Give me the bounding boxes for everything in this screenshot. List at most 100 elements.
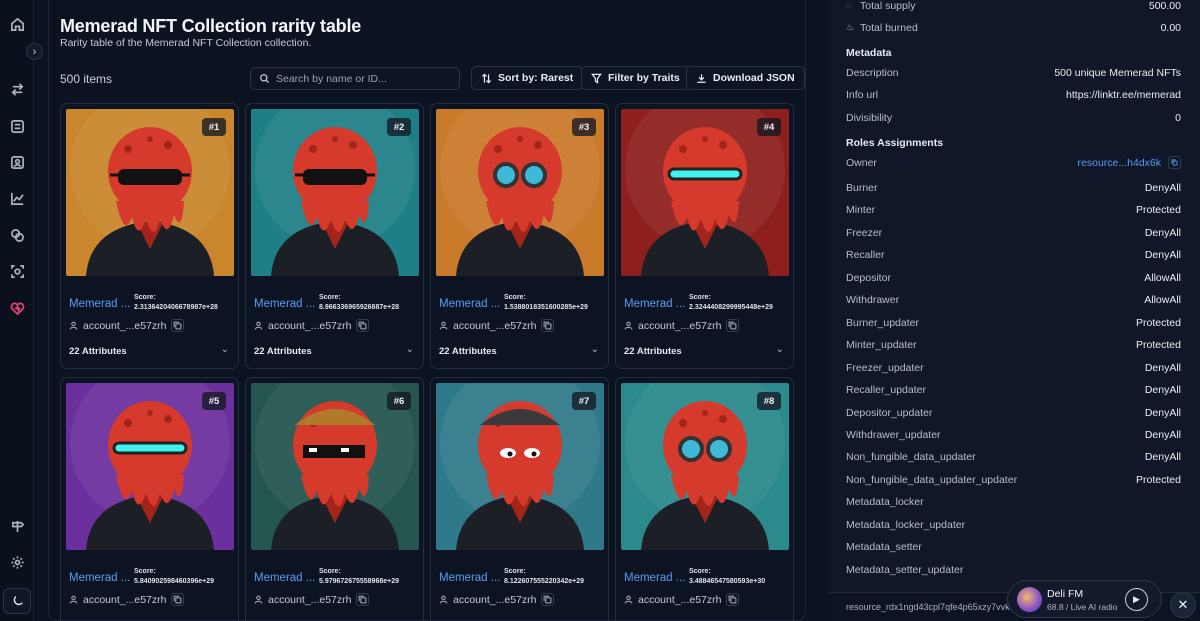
attributes-toggle[interactable]: 22 Attributes [254, 346, 312, 357]
owner-account: account_...e57zrh [254, 319, 370, 332]
score-label: Score: [134, 568, 156, 575]
owner-account: account_...e57zrh [624, 319, 740, 332]
account-link[interactable]: account_...e57zrh [83, 320, 166, 332]
copy-button[interactable] [171, 593, 185, 606]
radio-subtitle: 68.8 / Live AI radio [1047, 602, 1118, 612]
attributes-toggle[interactable]: 22 Attributes [624, 346, 682, 357]
validators-icon[interactable] [8, 262, 26, 280]
account-link[interactable]: account_...e57zrh [268, 320, 351, 332]
nft-image[interactable]: #6 [251, 383, 419, 550]
copy-button[interactable] [356, 593, 370, 606]
radio-station: Deli FM [1047, 588, 1084, 600]
chevron-down-icon[interactable]: ⌄ [221, 344, 229, 355]
nft-name-link[interactable]: Memerad ... [439, 298, 500, 310]
copy-button[interactable] [1168, 156, 1181, 169]
copy-button[interactable] [726, 319, 740, 332]
tokens-icon[interactable] [8, 226, 26, 244]
rank-badge: #4 [757, 118, 781, 136]
home-icon[interactable] [8, 15, 26, 33]
filter-traits-button[interactable]: Filter by Traits [581, 66, 690, 90]
attributes-toggle[interactable]: 22 Attributes [439, 346, 497, 357]
transfer-icon[interactable] [8, 80, 26, 98]
role-row: Metadata_setter_updater [846, 564, 1181, 576]
account-link[interactable]: account_...e57zrh [453, 594, 536, 606]
row-value: DenyAll [1144, 406, 1181, 419]
download-button-label: Download JSON [713, 72, 795, 84]
signpost-icon[interactable] [8, 517, 26, 535]
row-label: Non_fungible_data_updater_updater [846, 473, 1018, 486]
copy-button[interactable] [171, 319, 185, 332]
play-button[interactable]: ▶ [1125, 588, 1148, 611]
nft-card[interactable]: #6 Memerad ... Score: 5.979672675558968e+29… [245, 377, 424, 620]
score-value: 3.48846547580593e+30 [689, 578, 766, 585]
chart-icon[interactable] [8, 189, 26, 207]
nft-card[interactable]: #2 Memerad ... Score: 8.966336965926887e+28… [245, 103, 424, 369]
nft-image[interactable]: #8 [621, 383, 789, 550]
account-link[interactable]: account_...e57zrh [453, 320, 536, 332]
nft-card[interactable]: #1 Memerad ... Score: 2.3136420406678987e+2… [60, 103, 239, 369]
rank-badge: #8 [757, 392, 781, 410]
role-row: Freezer_updater DenyAll [846, 362, 1181, 374]
nft-name-link[interactable]: Memerad ... [624, 572, 685, 584]
nft-card[interactable]: #5 Memerad ... Score: 5.840902598460396e+29… [60, 377, 239, 620]
score-label: Score: [504, 568, 526, 575]
score-value: 5.979672675558968e+29 [319, 578, 400, 585]
radio-player[interactable]: Deli FM 68.8 / Live AI radio ▶ [1007, 580, 1162, 618]
chevron-down-icon[interactable]: ⌄ [591, 344, 599, 355]
row-label: Minter_updater [846, 339, 917, 352]
copy-button[interactable] [726, 593, 740, 606]
attributes-toggle[interactable]: 22 Attributes [69, 346, 127, 357]
nft-image[interactable]: #2 [251, 109, 419, 276]
copy-button[interactable] [541, 593, 555, 606]
sort-arrows-icon [481, 72, 492, 84]
details-panel: Total supply 500.00 ◌ Total burned 0.00 ♨ Meta… [829, 0, 1200, 621]
download-json-button[interactable]: Download JSON [686, 66, 805, 90]
account-link[interactable]: account_...e57zrh [638, 320, 721, 332]
search-input[interactable] [276, 72, 446, 85]
flame-icon: ♨ [846, 22, 855, 32]
copy-icon [359, 595, 367, 604]
role-row: Freezer DenyAll [846, 227, 1181, 239]
nft-image[interactable]: #5 [66, 383, 234, 550]
score-label: Score: [689, 568, 711, 575]
role-row: Burner DenyAll [846, 182, 1181, 194]
nft-card[interactable]: #8 Memerad ... Score: 3.48846547580593e+30 a… [615, 377, 794, 620]
sort-button[interactable]: Sort by: Rarest [471, 66, 584, 90]
nft-name-link[interactable]: Memerad ... [624, 298, 685, 310]
chevron-down-icon[interactable]: ⌄ [776, 344, 784, 355]
row-value[interactable]: resource...h4dx6k [1078, 157, 1161, 169]
chevron-down-icon[interactable]: ⌄ [406, 344, 414, 355]
account-icon[interactable] [8, 153, 26, 171]
close-button[interactable]: ✕ [1170, 592, 1196, 618]
account-link[interactable]: account_...e57zrh [83, 594, 166, 606]
nft-card[interactable]: #7 Memerad ... Score: 8.122607555220342e+29… [430, 377, 609, 620]
nft-card[interactable]: #4 Memerad ... Score: 2.3244408299995448e+2… [615, 103, 794, 369]
nft-name-link[interactable]: Memerad ... [254, 298, 315, 310]
network-icon[interactable] [8, 117, 26, 135]
nft-image[interactable]: #1 [66, 109, 234, 276]
copy-button[interactable] [356, 319, 370, 332]
account-link[interactable]: account_...e57zrh [268, 594, 351, 606]
copy-icon [174, 321, 182, 330]
settings-gear-icon[interactable] [8, 553, 26, 571]
nft-card[interactable]: #3 Memerad ... Score: 1.5388018351600285e+2… [430, 103, 609, 369]
metadata-row: Info url https://linktr.ee/memerad [846, 89, 1181, 101]
account-link[interactable]: account_...e57zrh [638, 594, 721, 606]
nft-image[interactable]: #7 [436, 383, 604, 550]
nft-name-link[interactable]: Memerad ... [69, 298, 130, 310]
search-box[interactable] [250, 67, 460, 90]
nft-name-link[interactable]: Memerad ... [69, 572, 130, 584]
nft-image[interactable]: #3 [436, 109, 604, 276]
nft-heart-icon[interactable] [8, 299, 26, 317]
radio-avatar [1017, 587, 1042, 612]
user-icon [439, 595, 448, 604]
row-value: DenyAll [1144, 249, 1181, 262]
expand-sidebar-button[interactable]: › [26, 43, 43, 60]
theme-toggle-button[interactable] [3, 588, 31, 614]
nft-name-link[interactable]: Memerad ... [254, 572, 315, 584]
row-label: Info url [846, 89, 879, 101]
copy-button[interactable] [541, 319, 555, 332]
copy-icon [544, 321, 552, 330]
nft-image[interactable]: #4 [621, 109, 789, 276]
nft-name-link[interactable]: Memerad ... [439, 572, 500, 584]
